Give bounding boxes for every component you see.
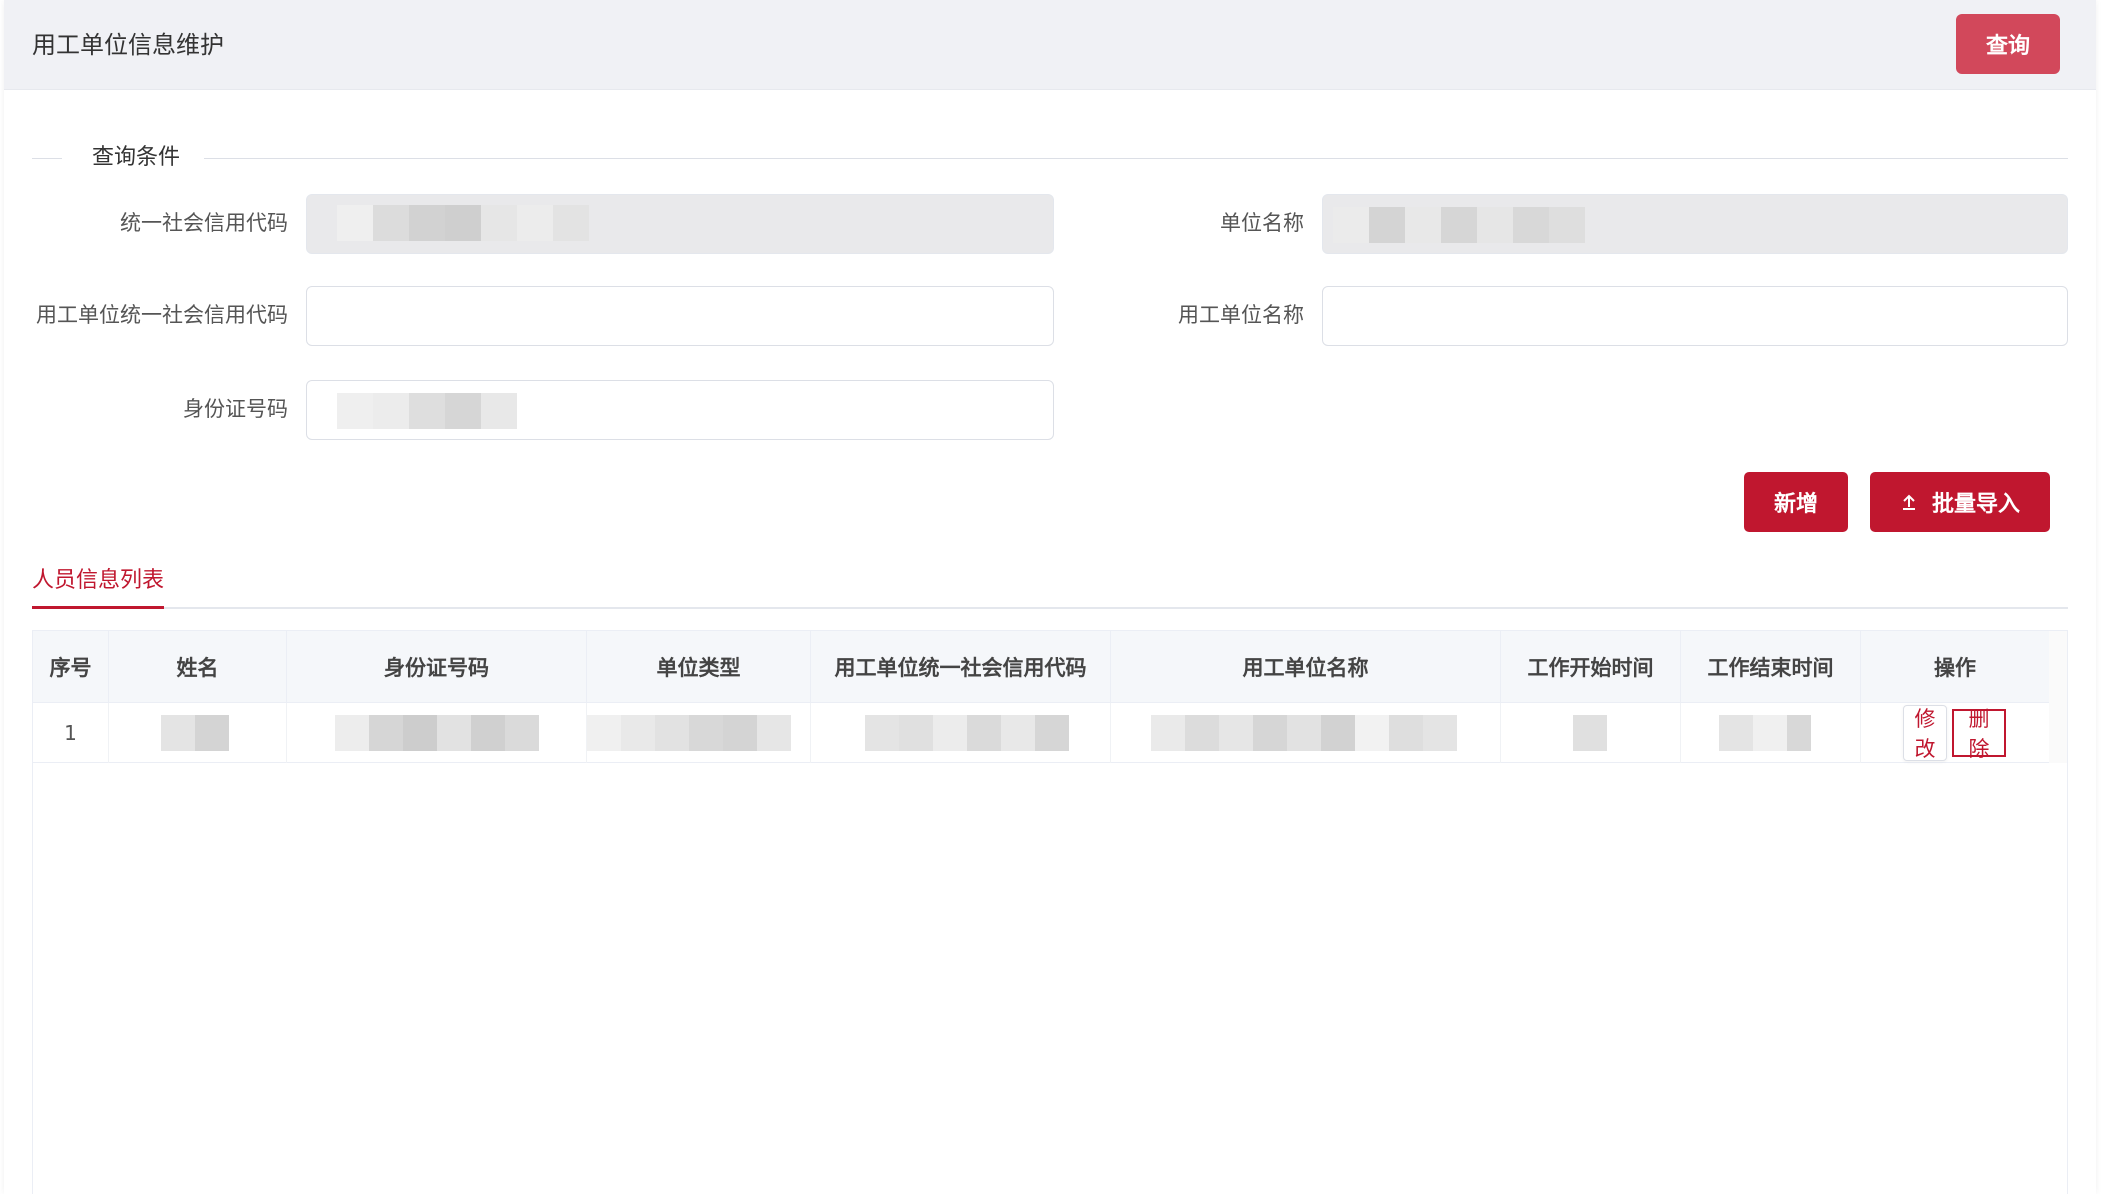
edit-button[interactable]: 修改: [1903, 705, 1947, 761]
id-number-label: 身份证号码: [183, 397, 288, 421]
credit-code-input[interactable]: [306, 194, 1054, 254]
employer-name-input[interactable]: [1322, 286, 2068, 346]
redacted-end-time: [1681, 703, 1861, 763]
employer-name-label: 用工单位名称: [1178, 303, 1304, 327]
column-header: 身份证号码: [287, 631, 587, 703]
legend-text: 查询条件: [92, 145, 181, 170]
id-number-input[interactable]: [306, 380, 1054, 440]
tab-bar: 人员信息列表: [32, 563, 2068, 609]
column-header: 操作: [1934, 656, 1976, 680]
column-header: 工作开始时间: [1501, 631, 1681, 703]
upload-icon: [1900, 493, 1918, 511]
column-header: 工作结束时间: [1681, 631, 1861, 703]
query-conditions-legend: 查询条件: [32, 140, 2068, 176]
delete-button[interactable]: 删除: [1952, 708, 2006, 761]
column-header: 用工单位统一社会信用代码: [811, 631, 1111, 703]
page-header: 用工单位信息维护 查询: [4, 0, 2096, 90]
redacted-id-number: [287, 703, 587, 763]
batch-import-button[interactable]: 批量导入: [1870, 472, 2050, 532]
redacted-start-time: [1501, 703, 1681, 763]
tab-personnel-list[interactable]: 人员信息列表: [32, 563, 165, 609]
page-title: 用工单位信息维护: [32, 31, 224, 59]
redacted-employer-name: [1111, 703, 1501, 763]
credit-code-label: 统一社会信用代码: [120, 211, 288, 235]
redacted-value: [1333, 207, 1585, 243]
column-header: 用工单位名称: [1111, 631, 1501, 703]
row-index: 1: [33, 703, 109, 763]
column-header: 序号: [33, 631, 109, 703]
batch-import-label: 批量导入: [1931, 491, 2020, 516]
query-button[interactable]: 查询: [1956, 14, 2060, 74]
redacted-value: [337, 393, 517, 429]
add-button[interactable]: 新增: [1744, 472, 1848, 532]
table-scroll-gutter: [2049, 631, 2067, 763]
redacted-unit-type: [587, 703, 811, 763]
redacted-value: [337, 205, 589, 241]
column-header: 姓名: [109, 631, 287, 703]
table-header: 序号 姓名 身份证号码 单位类型 用工单位统一社会信用代码 用工单位名称 工作开…: [33, 631, 2049, 703]
redacted-name: [109, 703, 287, 763]
table-row: 1 修改 删除: [33, 703, 2049, 763]
redacted-employer-credit-code: [811, 703, 1111, 763]
legend-divider-right: [204, 158, 2068, 159]
row-operations: 修改 删除: [1861, 703, 2049, 763]
personnel-table: 序号 姓名 身份证号码 单位类型 用工单位统一社会信用代码 用工单位名称 工作开…: [32, 630, 2068, 1194]
unit-name-label: 单位名称: [1220, 211, 1304, 235]
employer-credit-code-input[interactable]: [306, 286, 1054, 346]
unit-name-input[interactable]: [1322, 194, 2068, 254]
page-container: 用工单位信息维护 查询 查询条件 统一社会信用代码 单位名称 用工单位统一社会信…: [4, 0, 2096, 1194]
column-header: 单位类型: [587, 631, 811, 703]
legend-divider-left: [32, 158, 62, 159]
employer-credit-code-label: 用工单位统一社会信用代码: [36, 303, 288, 327]
